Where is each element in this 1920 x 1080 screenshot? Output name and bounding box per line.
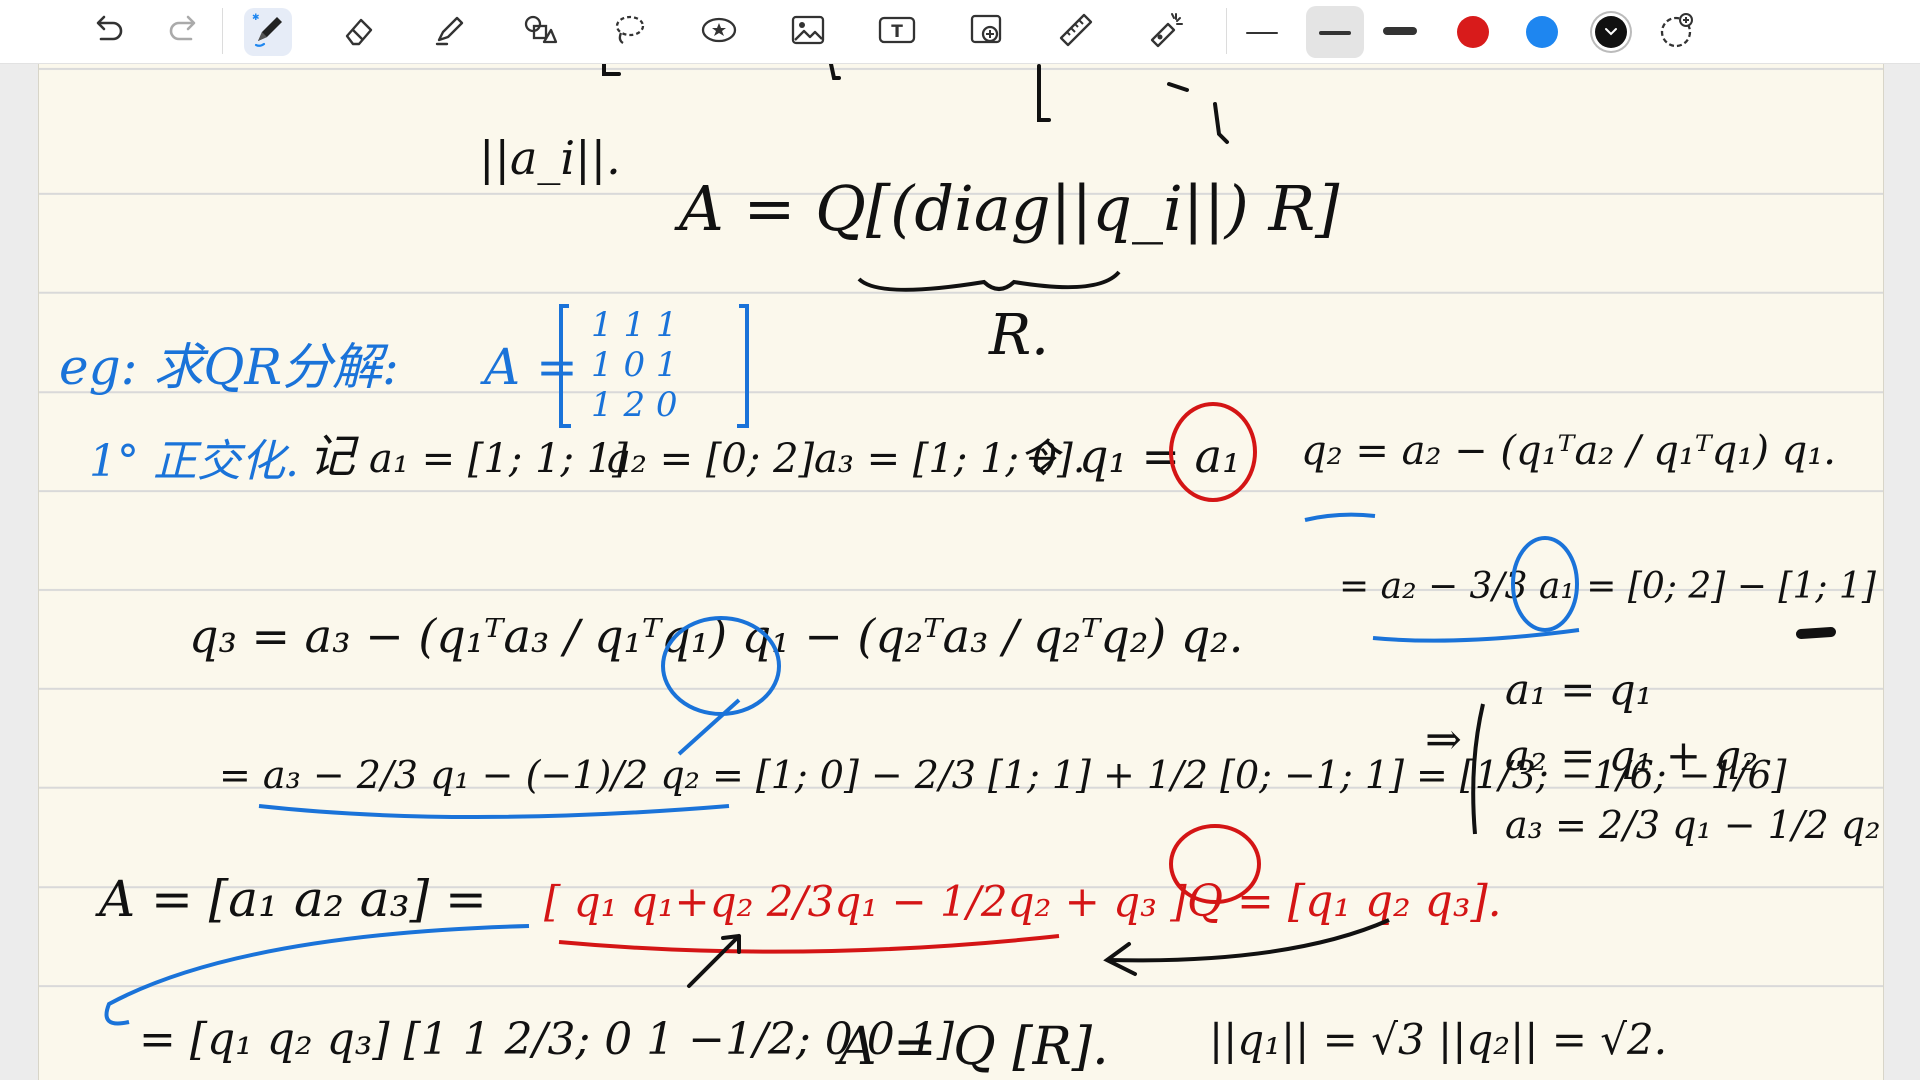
- color-black-button[interactable]: [1587, 8, 1635, 56]
- sticker-tool-button[interactable]: [695, 8, 743, 56]
- color-swatch-black: [1595, 16, 1627, 48]
- lasso-tool-button[interactable]: [605, 8, 653, 56]
- highlighter-icon: [431, 12, 467, 52]
- blue-curve-arrow: [104, 924, 530, 1026]
- A-red-decomp-text: [ q₁ q₁+q₂ 2/3q₁ − 1/2q₂ + q₃ ]: [544, 877, 1187, 926]
- relation-a2-text: a₂ = q₁ + q₂: [1505, 731, 1758, 780]
- A-columns-text: A = [a₁ a₂ a₃] =: [95, 870, 487, 928]
- color-swatch-red: [1457, 16, 1489, 48]
- stroke-width-medium-button[interactable]: [1306, 6, 1364, 58]
- shapes-icon: [520, 12, 558, 52]
- eg-A-equals-text: A =: [480, 338, 578, 396]
- line-step1: 1° 正交化. 记 a₁ = [1; 1; 1] a₂ = [0; 2] a₃ …: [89, 402, 1836, 522]
- step1-label-text: 1° 正交化.: [89, 436, 299, 487]
- pen-icon: ✱: [248, 10, 288, 54]
- line-eg: eg: 求QR分解: A = 1 1 1 1 0 1 1 2 0: [59, 304, 749, 428]
- A-equals-QR-text: A = Q[(diag||q_i||) R]: [674, 172, 1340, 245]
- toolbar-separator: [222, 8, 223, 54]
- camera-icon: [968, 12, 1006, 52]
- eraser-tool-button[interactable]: [335, 8, 383, 56]
- thin-line-icon: [1244, 23, 1280, 42]
- canvas-scroll-area[interactable]: ||a_i||. A = Q[(diag||q_i||) R] R. eg: 求…: [0, 64, 1920, 1080]
- text-tool-button[interactable]: T: [873, 8, 921, 56]
- color-swatch-blue: [1526, 16, 1558, 48]
- A-QR-text: A = Q [R].: [835, 1017, 1109, 1077]
- undo-icon: [91, 15, 125, 49]
- pen-tool-button[interactable]: ✱: [244, 8, 292, 56]
- redo-button[interactable]: [160, 8, 208, 56]
- line-bottom: = [q₁ q₂ q₃] [1 1 2/3; 0 1 −1/2; 0 0 1] …: [139, 1014, 1667, 1077]
- eg-matrix-row-2: 1 0 1: [591, 345, 678, 385]
- q3-calc-blue-underline: [258, 804, 730, 819]
- add-color-icon: [1657, 11, 1695, 53]
- camera-tool-button[interactable]: [963, 8, 1011, 56]
- black-up-arrow: [687, 934, 741, 988]
- norms-text: ||q₁|| = √3 ||q₂|| = √2.: [1209, 1015, 1667, 1064]
- color-blue-button[interactable]: [1518, 8, 1566, 56]
- toolbar: ✱ T: [0, 0, 1920, 64]
- image-tool-button[interactable]: [784, 8, 832, 56]
- a1-vector-text: a₁ = [1; 1; 1]: [369, 436, 628, 482]
- image-icon: [789, 13, 827, 51]
- ji-text: 记: [309, 429, 359, 483]
- q2-blue-underline: [1304, 512, 1376, 522]
- q2-definition-text: q₂ = a₂ − (q₁ᵀa₂ / q₁ᵀq₁) q₁.: [1301, 428, 1836, 474]
- R-label-text: R.: [988, 303, 1049, 368]
- svg-text:T: T: [891, 22, 903, 42]
- blue-arrow-line: [677, 698, 741, 756]
- ling-text: 令: [1019, 436, 1063, 482]
- scribble-mark: [1796, 627, 1836, 639]
- svg-text:✱: ✱: [252, 13, 260, 23]
- medium-line-icon: [1317, 23, 1353, 42]
- a2-vector-text: a₂ = [0; 2]: [607, 436, 815, 482]
- q1-definition-text: q₁ = a₁: [1079, 429, 1241, 483]
- eg-matrix-row-1: 1 1 1: [591, 305, 678, 345]
- highlighter-tool-button[interactable]: [425, 8, 473, 56]
- text-icon: T: [877, 13, 917, 51]
- eraser-icon: [341, 12, 377, 52]
- implies-text: ⇒: [1425, 714, 1462, 765]
- eg-matrix-row-3: 1 2 0: [591, 385, 678, 425]
- q2-calculation-text: = a₂ − 3/3 a₁ = [0; 2] − [1; 1] = [0; −1…: [1339, 566, 1883, 607]
- bottom-equation-text: = [q₁ q₂ q₃] [1 1 2/3; 0 1 −1/2; 0 0 1]: [139, 1014, 955, 1065]
- line-A-decomp: A = [a₁ a₂ a₃] = [ q₁ q₁+q₂ 2/3q₁ − 1/2q…: [95, 824, 1502, 1026]
- shapes-tool-button[interactable]: [515, 8, 563, 56]
- sticker-icon: [699, 12, 739, 52]
- undo-button[interactable]: [84, 8, 132, 56]
- add-color-button[interactable]: [1652, 8, 1700, 56]
- Q-red-text: Q = [q₁ q₂ q₃].: [1187, 876, 1502, 927]
- toolbar-separator: [1226, 8, 1227, 54]
- relation-a3-text: a₃ = 2/3 q₁ − 1/2 q₂ + q₃: [1505, 803, 1883, 847]
- stroke-width-thin-button[interactable]: [1238, 8, 1286, 56]
- red-underline: [558, 934, 1060, 954]
- previous-ink-strokes: [602, 64, 1229, 144]
- note-page[interactable]: ||a_i||. A = Q[(diag||q_i||) R] R. eg: 求…: [38, 64, 1884, 1080]
- handwriting-layer: ||a_i||. A = Q[(diag||q_i||) R] R. eg: 求…: [59, 64, 1883, 1077]
- stroke-width-thick-button[interactable]: [1376, 8, 1424, 56]
- ruler-tool-button[interactable]: [1052, 8, 1100, 56]
- norm-ai-text: ||a_i||.: [479, 131, 621, 185]
- thick-line-icon: [1382, 23, 1418, 42]
- eg-label-text: eg: 求QR分解:: [59, 338, 399, 396]
- underbrace: [857, 270, 1121, 292]
- laser-pointer-tool-button[interactable]: [1142, 8, 1190, 56]
- relation-a1-text: a₁ = q₁: [1505, 665, 1653, 714]
- lasso-icon: [610, 12, 648, 52]
- chevron-down-icon: [1605, 28, 1617, 36]
- redo-icon: [167, 15, 201, 49]
- ruler-icon: [1056, 10, 1096, 54]
- laser-pointer-icon: [1146, 10, 1186, 54]
- color-red-button[interactable]: [1449, 8, 1497, 56]
